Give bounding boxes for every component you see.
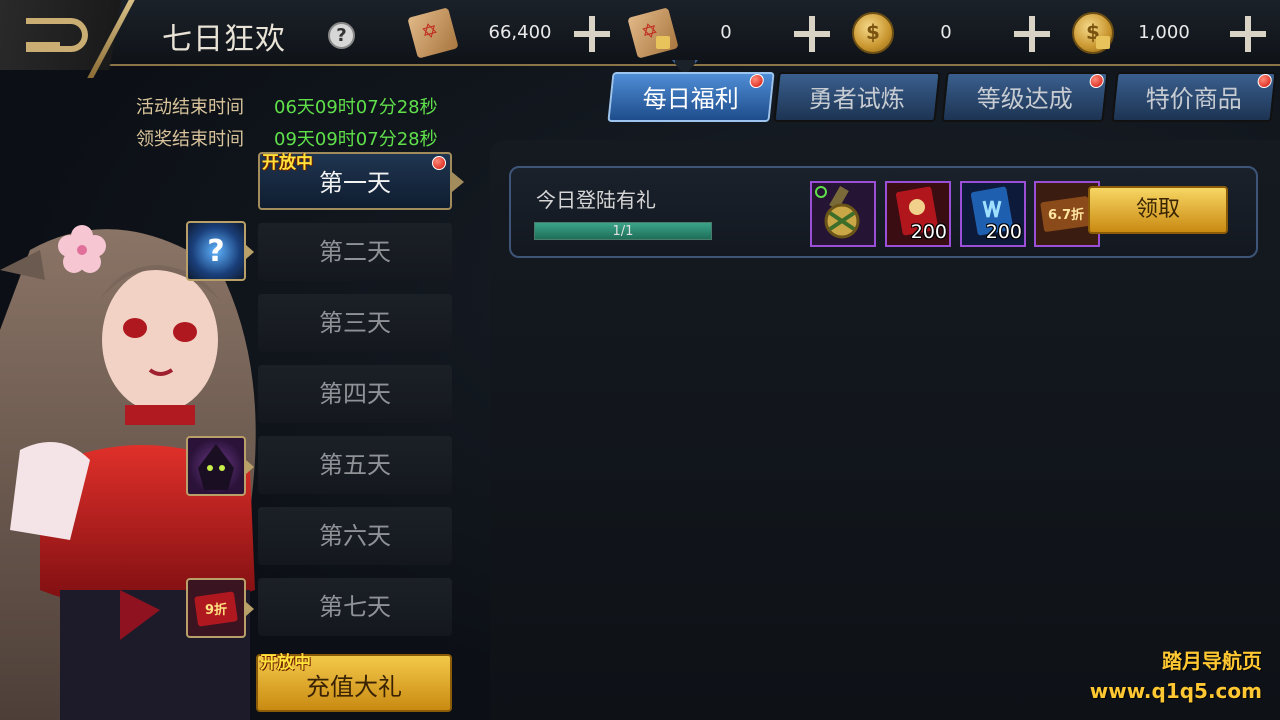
resource-coin: 0 <box>852 10 1052 58</box>
activity-end-value: 06天09时07分28秒 <box>274 97 438 118</box>
item-quantity: 200 <box>985 221 1022 243</box>
watermark: 踏月导航页 www.q1q5.com <box>1090 646 1262 706</box>
add-coin-button[interactable] <box>1014 16 1050 52</box>
svg-text:6.7折: 6.7折 <box>1048 207 1084 223</box>
resource-value: 66,400 <box>488 22 552 43</box>
add-locked-scroll-button[interactable] <box>794 16 830 52</box>
tab-level-achievement[interactable]: 等级达成 <box>941 72 1109 122</box>
discount-ticket-icon[interactable]: 9折 <box>186 578 254 638</box>
mystery-orb-icon[interactable]: ? <box>186 221 254 281</box>
notification-dot-icon <box>432 156 446 170</box>
resource-locked-scroll: 0 <box>627 7 832 59</box>
claim-button[interactable]: 领取 <box>1088 186 1228 234</box>
event-timers: 活动结束时间 06天09时07分28秒 领奖结束时间 09天09时07分28秒 <box>136 92 438 156</box>
activity-end-label: 活动结束时间 <box>136 97 244 118</box>
resource-value: 0 <box>720 22 732 43</box>
day-6-button[interactable]: 第六天 <box>258 507 452 565</box>
recharge-label: 充值大礼 <box>306 673 402 701</box>
back-button[interactable] <box>0 0 160 78</box>
day-1-button[interactable]: 开放中 第一天 <box>258 152 464 210</box>
day-label: 第三天 <box>319 309 391 337</box>
tab-label: 每日福利 <box>642 85 739 113</box>
notification-dot-icon <box>1088 74 1105 88</box>
notification-dot-icon <box>748 74 765 88</box>
resource-value: 1,000 <box>1138 22 1190 43</box>
reward-item-red-scroll[interactable]: 200 <box>885 181 951 247</box>
reward-title: 今日登陆有礼 <box>536 188 656 212</box>
resource-value: 0 <box>940 22 952 43</box>
watermark-title: 踏月导航页 <box>1162 649 1262 673</box>
reward-item-blue-scroll[interactable]: 200 <box>960 181 1026 247</box>
open-tag: 开放中 <box>260 653 311 673</box>
tab-special-offers[interactable]: 特价商品 <box>1111 72 1277 122</box>
claim-end-label: 领奖结束时间 <box>136 129 244 150</box>
add-scroll-button[interactable] <box>574 16 610 52</box>
medal-icon <box>815 185 860 239</box>
notification-dot-icon <box>1256 74 1273 88</box>
day-label: 第六天 <box>319 522 391 550</box>
day-7-button[interactable]: 第七天 <box>258 578 452 636</box>
day-label: 第二天 <box>319 238 391 266</box>
add-locked-coin-button[interactable] <box>1230 16 1266 52</box>
reward-progress-bar: 1/1 <box>534 222 712 240</box>
red-seal-scroll-icon <box>407 7 459 59</box>
svg-text:?: ? <box>207 234 224 269</box>
day-label: 第五天 <box>319 451 391 479</box>
day-5-button[interactable]: 第五天 <box>258 436 452 494</box>
day-label: 第一天 <box>319 169 391 197</box>
tab-label: 勇者试炼 <box>808 85 905 113</box>
tab-label: 特价商品 <box>1145 85 1242 113</box>
claim-end-value: 09天09时07分28秒 <box>274 129 438 150</box>
tab-daily-benefits[interactable]: 每日福利 <box>607 72 775 122</box>
day-4-button[interactable]: 第四天 <box>258 365 452 423</box>
question-mark-icon[interactable]: ? <box>328 22 355 49</box>
day-3-button[interactable]: 第三天 <box>258 294 452 352</box>
recharge-gift-button[interactable]: 开放中 充值大礼 <box>256 653 452 712</box>
open-tag: 开放中 <box>262 153 313 173</box>
reward-item-medal[interactable] <box>810 181 876 247</box>
watermark-url: www.q1q5.com <box>1089 679 1262 703</box>
svg-text:9折: 9折 <box>205 602 227 618</box>
hooded-figure-icon[interactable] <box>186 436 254 496</box>
page-title: 七日狂欢 <box>162 22 286 57</box>
item-quantity: 200 <box>910 221 947 243</box>
resource-locked-coin: 1,000 <box>1072 10 1272 58</box>
day-2-button[interactable]: 第二天 <box>258 223 452 281</box>
tab-hero-trial[interactable]: 勇者试炼 <box>773 72 941 122</box>
tab-label: 等级达成 <box>976 85 1073 113</box>
day-label: 第七天 <box>319 593 391 621</box>
day-label: 第四天 <box>319 380 391 408</box>
resource-scroll: 66,400 <box>407 7 612 59</box>
progress-label: 1/1 <box>612 224 634 239</box>
